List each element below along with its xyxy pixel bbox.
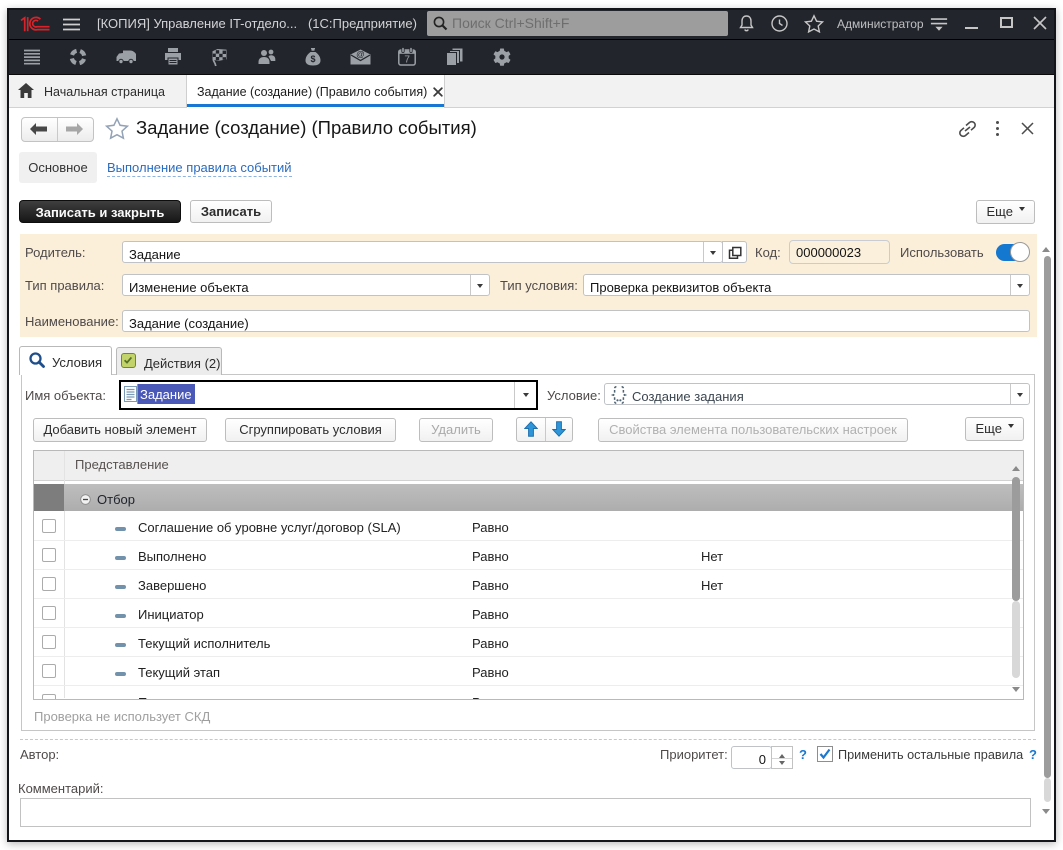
svg-text:$: $ bbox=[310, 54, 315, 64]
svg-text:7: 7 bbox=[404, 55, 410, 66]
svg-text:@: @ bbox=[356, 49, 365, 59]
